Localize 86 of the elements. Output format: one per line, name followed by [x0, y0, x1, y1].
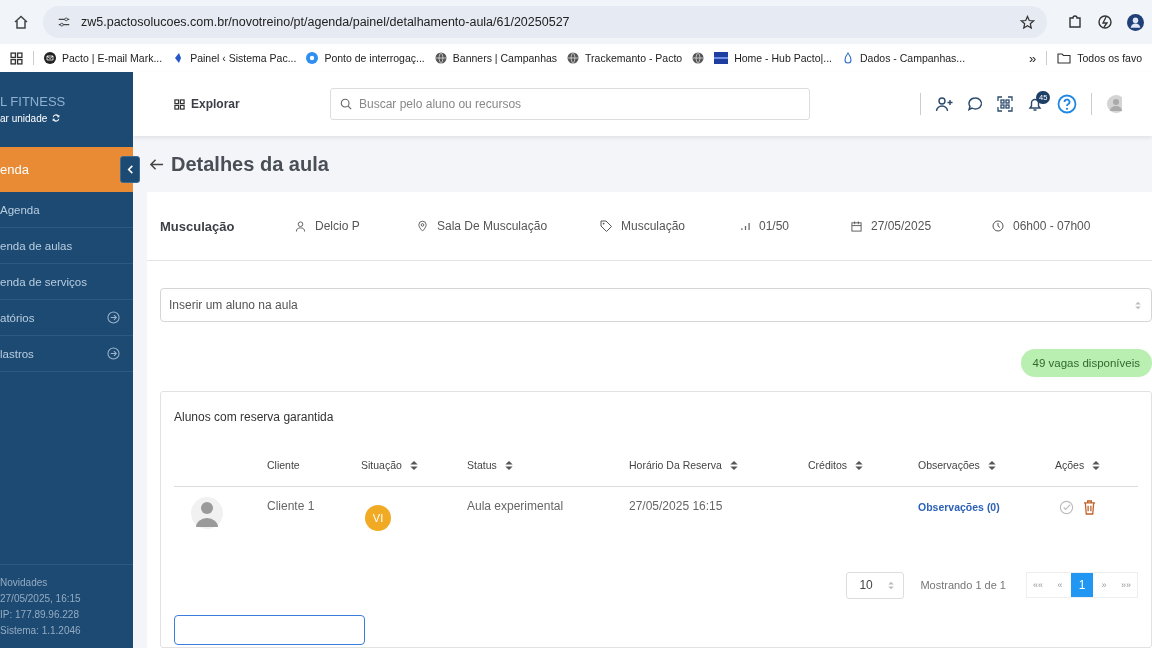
location-pin-icon	[417, 220, 428, 232]
class-detail-text: Delcio P	[315, 219, 360, 233]
class-detail-text: Musculação	[621, 219, 686, 233]
more-bookmarks[interactable]: »	[1028, 50, 1037, 66]
expand-arrow-icon[interactable]	[107, 311, 120, 324]
search-field[interactable]: Buscar pelo aluno ou recursos	[330, 88, 810, 120]
sync-icon[interactable]	[1097, 14, 1113, 30]
column-header[interactable]: Horário Da Reserva	[629, 459, 722, 471]
apps-grid-icon[interactable]	[10, 51, 23, 65]
help-icon[interactable]	[1057, 94, 1077, 114]
column-header[interactable]: Situação	[361, 459, 402, 471]
confirm-button[interactable]	[174, 615, 365, 645]
check-circle-icon[interactable]	[1059, 500, 1074, 515]
column-header[interactable]: Créditos	[808, 459, 848, 471]
sort-icon[interactable]	[409, 459, 418, 471]
reservations-title: Alunos com reserva garantida	[174, 409, 335, 426]
chat-icon[interactable]	[967, 96, 983, 112]
qr-code-icon[interactable]	[997, 96, 1013, 112]
tag-icon	[600, 220, 612, 232]
pagination-summary: Mostrando 1 de 1	[920, 579, 1006, 591]
insert-student-select[interactable]: Inserir um aluno na aula	[160, 288, 1152, 322]
flag-icon[interactable]	[714, 52, 729, 64]
site-settings-icon[interactable]	[57, 15, 71, 29]
drop-icon[interactable]	[842, 52, 855, 64]
table-cell-text: Cliente 1	[267, 498, 316, 513]
page-size-select[interactable]: 10	[846, 571, 905, 599]
situation-badge: VI	[365, 505, 391, 531]
bookmark-link[interactable]: Banners | Campanhas	[452, 52, 558, 64]
home-icon[interactable]	[13, 14, 29, 30]
mail-icon[interactable]	[44, 52, 56, 64]
sidebar-footer-text: Sistema: 1.1.2046	[0, 625, 82, 636]
grid-icon[interactable]	[174, 98, 185, 110]
globe-icon[interactable]	[434, 52, 447, 64]
class-detail-text: 27/05/2025	[871, 219, 932, 233]
sort-icon[interactable]	[987, 459, 996, 471]
person-icon	[295, 220, 306, 232]
vacancies-badge: 49 vagas disponíveis	[1020, 349, 1152, 377]
folder-icon[interactable]	[1057, 52, 1072, 64]
class-name: Musculação	[160, 218, 236, 234]
bookmark-star-icon[interactable]	[1020, 14, 1035, 30]
search-icon[interactable]	[340, 98, 352, 110]
calendar-icon	[851, 220, 862, 232]
sort-icon[interactable]	[855, 459, 864, 471]
globe-icon[interactable]	[692, 52, 705, 64]
class-detail-text: 01/50	[759, 219, 790, 233]
address-bar[interactable]: zw5.pactosolucoes.com.br/novotreino/pt/agenda/painel/detalhamento-aula/61/20250527	[43, 6, 1047, 38]
sort-icon[interactable]	[1092, 459, 1101, 471]
table-cell-text: 27/05/2025 16:15	[629, 498, 724, 513]
extensions-icon[interactable]	[1067, 14, 1083, 30]
page-title: Detalhes da aula	[171, 152, 329, 176]
bookmark-link[interactable]: Painel ‹ Sistema Pac...	[190, 52, 297, 64]
add-user-icon[interactable]	[935, 96, 953, 112]
globe-icon[interactable]	[567, 52, 580, 64]
expand-arrow-icon[interactable]	[107, 347, 120, 360]
class-detail-text: Sala De Musculação	[437, 219, 548, 233]
bookmark-link[interactable]: Ponto de interrogaç...	[324, 52, 425, 64]
bookmark-link[interactable]: Pacto | E-mail Mark...	[62, 52, 163, 64]
brand-name: L FITNESS	[0, 93, 67, 109]
column-header[interactable]: Observações	[918, 459, 980, 471]
table-cell-text: Aula experimental	[467, 498, 565, 513]
clock-icon	[992, 220, 1004, 232]
refresh-icon[interactable]	[51, 113, 62, 123]
bookmark-link[interactable]: Home - Hub Pacto|...	[734, 52, 833, 64]
column-header[interactable]: Status	[467, 459, 497, 471]
collapse-sidebar-button[interactable]	[120, 156, 140, 183]
bookmark-link[interactable]: Todos os favo	[1077, 52, 1142, 64]
bar-chart-icon	[741, 221, 750, 231]
profile-avatar-icon[interactable]	[1127, 13, 1144, 31]
sort-icon[interactable]	[504, 459, 513, 471]
bookmark-link[interactable]: Dados - Campanhas...	[860, 52, 966, 64]
switch-unit-link[interactable]: ar unidade	[0, 112, 48, 124]
sidebar-footer-text: IP: 177.89.96.228	[0, 609, 80, 620]
sort-icon[interactable]	[729, 459, 738, 471]
delete-icon[interactable]	[1083, 500, 1096, 515]
url-text: zw5.pactosolucoes.com.br/novotreino/pt/agenda/painel/detalhamento-aula/61/20250527	[81, 15, 571, 29]
column-header[interactable]: Ações	[1055, 459, 1085, 471]
notes-link[interactable]: Observações (0)	[918, 497, 1055, 513]
column-header: Cliente	[267, 459, 300, 471]
explore-button[interactable]: Explorar	[174, 97, 330, 111]
sidebar-footer-text: 27/05/2025, 16:15	[0, 593, 82, 604]
sidebar-footer-text: Novidades	[0, 577, 49, 588]
bookmark-link[interactable]: Trackemanto - Pacto	[585, 52, 683, 64]
avatar-icon	[191, 497, 223, 529]
chevron-left-icon[interactable]	[125, 165, 135, 174]
class-detail-text: 06h00 - 07h00	[1013, 219, 1091, 233]
circle-icon[interactable]	[306, 52, 319, 64]
